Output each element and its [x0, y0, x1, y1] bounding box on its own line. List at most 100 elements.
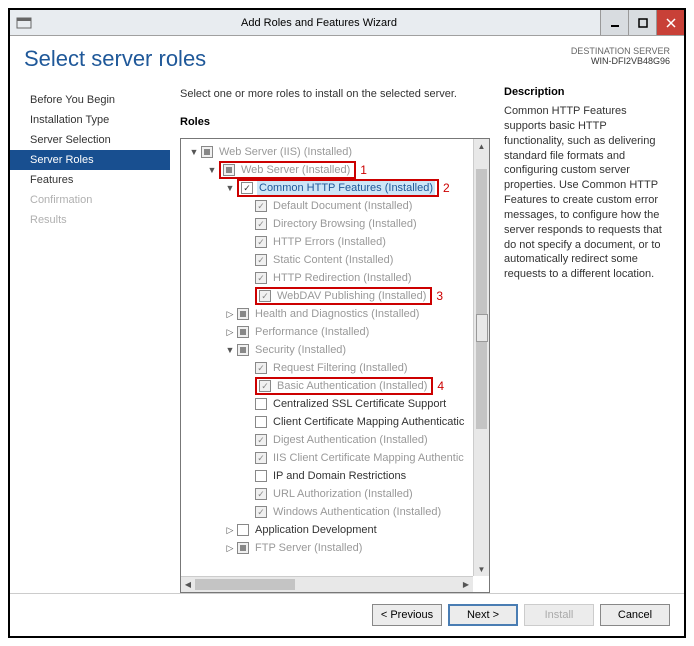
sidebar-item-confirmation: Confirmation	[10, 190, 170, 210]
role-label[interactable]: Digest Authentication (Installed)	[271, 433, 430, 447]
roles-tree[interactable]: ▼Web Server (IIS) (Installed)▼Web Server…	[181, 139, 489, 592]
tree-row[interactable]: WebDAV Publishing (Installed) 3	[189, 287, 489, 305]
role-label[interactable]: Static Content (Installed)	[271, 253, 395, 267]
expand-icon[interactable]: ▼	[207, 165, 217, 175]
expand-icon[interactable]: ▷	[225, 327, 235, 338]
expand-icon[interactable]: ▷	[225, 309, 235, 320]
roles-tree-container: ▼Web Server (IIS) (Installed)▼Web Server…	[180, 138, 490, 593]
sidebar-item-results: Results	[10, 210, 170, 230]
role-checkbox	[237, 308, 249, 320]
cancel-button[interactable]: Cancel	[600, 604, 670, 626]
minimize-button[interactable]	[600, 10, 628, 35]
role-label[interactable]: FTP Server (Installed)	[253, 541, 364, 555]
tree-row[interactable]: ▼Web Server (Installed)1	[189, 161, 489, 179]
destination-server: DESTINATION SERVER WIN-DFI2VB48G96	[571, 46, 670, 66]
scroll-down-icon[interactable]: ▼	[474, 562, 489, 576]
role-label[interactable]: Security (Installed)	[253, 343, 348, 357]
role-checkbox	[201, 146, 213, 158]
role-label[interactable]: WebDAV Publishing (Installed)	[275, 289, 428, 303]
annotation-number: 3	[436, 289, 443, 303]
role-label[interactable]: Default Document (Installed)	[271, 199, 414, 213]
role-label[interactable]: HTTP Redirection (Installed)	[271, 271, 414, 285]
next-button[interactable]: Next >	[448, 604, 518, 626]
expand-icon[interactable]: ▼	[225, 183, 235, 193]
role-label[interactable]: Application Development	[253, 523, 379, 537]
role-label[interactable]: HTTP Errors (Installed)	[271, 235, 388, 249]
page-title: Select server roles	[24, 46, 571, 72]
role-label[interactable]: Web Server (Installed)	[239, 163, 352, 177]
vertical-scrollbar[interactable]: ▲ ▼	[473, 139, 489, 576]
role-checkbox[interactable]	[241, 182, 253, 194]
role-checkbox[interactable]	[255, 398, 267, 410]
role-label[interactable]: Web Server (IIS) (Installed)	[217, 145, 354, 159]
sidebar-item-installation-type[interactable]: Installation Type	[10, 110, 170, 130]
expand-icon[interactable]: ▷	[225, 543, 235, 554]
sidebar-item-server-selection[interactable]: Server Selection	[10, 130, 170, 150]
tree-row[interactable]: HTTP Redirection (Installed)	[189, 269, 489, 287]
annotation-highlight: WebDAV Publishing (Installed)	[255, 287, 432, 305]
role-checkbox	[237, 326, 249, 338]
role-checkbox	[255, 200, 267, 212]
roles-content: Select one or more roles to install on t…	[170, 86, 490, 593]
tree-row[interactable]: ▷ Health and Diagnostics (Installed)	[189, 305, 489, 323]
role-label[interactable]: Health and Diagnostics (Installed)	[253, 307, 421, 321]
role-label[interactable]: Basic Authentication (Installed)	[275, 379, 429, 393]
role-label[interactable]: IP and Domain Restrictions	[271, 469, 408, 483]
role-label[interactable]: Centralized SSL Certificate Support	[271, 397, 448, 411]
tree-row[interactable]: ▷ FTP Server (Installed)	[189, 539, 489, 557]
role-label[interactable]: Windows Authentication (Installed)	[271, 505, 443, 519]
role-checkbox	[259, 380, 271, 392]
scroll-thumb-vertical[interactable]	[476, 169, 487, 429]
role-checkbox	[237, 344, 249, 356]
role-label[interactable]: URL Authorization (Installed)	[271, 487, 415, 501]
sidebar-item-server-roles[interactable]: Server Roles	[10, 150, 170, 170]
tree-row[interactable]: Static Content (Installed)	[189, 251, 489, 269]
previous-button[interactable]: < Previous	[372, 604, 442, 626]
role-label[interactable]: Request Filtering (Installed)	[271, 361, 410, 375]
tree-row[interactable]: Default Document (Installed)	[189, 197, 489, 215]
sidebar-item-before-you-begin[interactable]: Before You Begin	[10, 90, 170, 110]
install-button: Install	[524, 604, 594, 626]
sidebar-item-features[interactable]: Features	[10, 170, 170, 190]
horizontal-scrollbar[interactable]: ◀ ▶	[181, 576, 473, 592]
scroll-thumb-horizontal[interactable]	[195, 579, 295, 590]
close-button[interactable]	[656, 10, 684, 35]
scroll-right-icon[interactable]: ▶	[459, 577, 473, 592]
expand-icon[interactable]: ▷	[225, 525, 235, 536]
tree-row[interactable]: Centralized SSL Certificate Support	[189, 395, 489, 413]
role-label[interactable]: Performance (Installed)	[253, 325, 371, 339]
role-checkbox	[255, 254, 267, 266]
tree-row[interactable]: Basic Authentication (Installed)4	[189, 377, 489, 395]
tree-row[interactable]: ▼ Web Server (IIS) (Installed)	[189, 143, 489, 161]
tree-row[interactable]: ▷ Performance (Installed)	[189, 323, 489, 341]
tree-row[interactable]: Directory Browsing (Installed)	[189, 215, 489, 233]
instruction-text: Select one or more roles to install on t…	[180, 86, 490, 110]
tree-row[interactable]: ▼ Security (Installed)	[189, 341, 489, 359]
description-text: Common HTTP Features supports basic HTTP…	[504, 104, 662, 282]
expand-icon[interactable]: ▼	[225, 345, 235, 355]
expand-icon[interactable]: ▼	[189, 147, 199, 157]
tree-row[interactable]: IIS Client Certificate Mapping Authentic	[189, 449, 489, 467]
tree-row[interactable]: Request Filtering (Installed)	[189, 359, 489, 377]
tree-row[interactable]: Digest Authentication (Installed)	[189, 431, 489, 449]
tree-row[interactable]: Client Certificate Mapping Authenticatic	[189, 413, 489, 431]
role-label[interactable]: Directory Browsing (Installed)	[271, 217, 419, 231]
role-label[interactable]: IIS Client Certificate Mapping Authentic	[271, 451, 466, 465]
role-label[interactable]: Common HTTP Features (Installed)	[257, 181, 435, 195]
role-checkbox[interactable]	[255, 470, 267, 482]
tree-row[interactable]: Windows Authentication (Installed)	[189, 503, 489, 521]
role-checkbox[interactable]	[237, 524, 249, 536]
tree-row[interactable]: HTTP Errors (Installed)	[189, 233, 489, 251]
role-checkbox[interactable]	[255, 416, 267, 428]
role-checkbox	[255, 272, 267, 284]
scroll-left-icon[interactable]: ◀	[181, 577, 195, 592]
tree-row[interactable]: URL Authorization (Installed)	[189, 485, 489, 503]
annotation-highlight: Web Server (Installed)	[219, 161, 356, 179]
scroll-up-icon[interactable]: ▲	[474, 139, 489, 153]
annotation-highlight: Common HTTP Features (Installed)	[237, 179, 439, 197]
tree-row[interactable]: ▷ Application Development	[189, 521, 489, 539]
role-label[interactable]: Client Certificate Mapping Authenticatic	[271, 415, 466, 429]
tree-row[interactable]: ▼Common HTTP Features (Installed)2	[189, 179, 489, 197]
maximize-button[interactable]	[628, 10, 656, 35]
tree-row[interactable]: IP and Domain Restrictions	[189, 467, 489, 485]
